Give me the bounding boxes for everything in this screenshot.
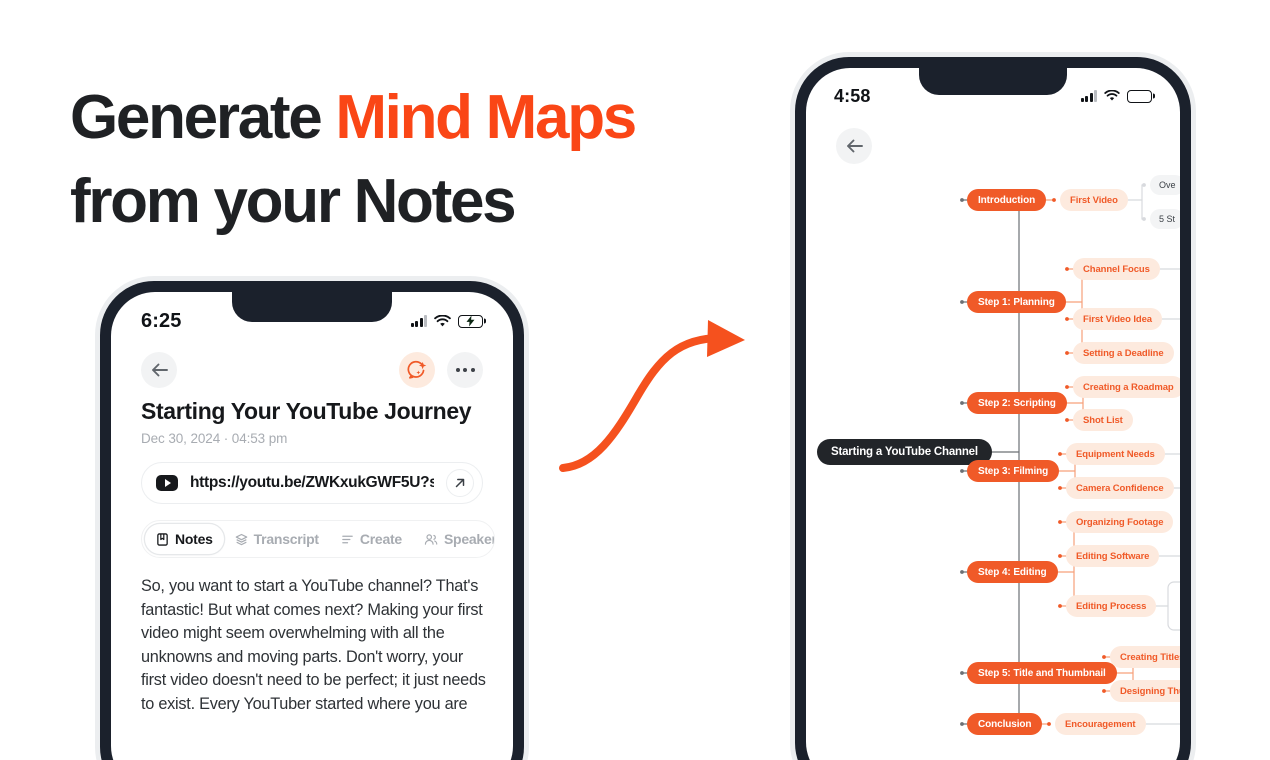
tab-create[interactable]: Create	[330, 524, 413, 554]
note-nav-actions	[399, 352, 483, 388]
mindmap-node[interactable]: Setting a Deadline	[1073, 342, 1174, 364]
mindmap-node[interactable]: First Video	[1060, 189, 1128, 211]
people-icon	[424, 533, 438, 545]
tab-speaker-label: Speaker	[443, 531, 495, 547]
battery-icon	[1127, 89, 1152, 103]
mindmap-canvas[interactable]: Starting a YouTube Channel Introduction Fi…	[806, 68, 1180, 760]
note-tab-bar: Notes Transcript Create Speaker	[141, 520, 495, 558]
mindmap-node[interactable]: 5 St	[1150, 209, 1180, 229]
mindmap-node[interactable]: Step 5: Title and Thumbnail	[967, 662, 1117, 684]
mindmap-node[interactable]: Organizing Footage	[1066, 511, 1174, 533]
more-options-button[interactable]	[447, 352, 483, 388]
arrow-up-right-icon	[455, 478, 465, 488]
mindmap-node[interactable]: Ove	[1150, 175, 1180, 195]
cellular-signal-icon	[1080, 90, 1097, 102]
status-icons	[410, 314, 483, 328]
mindmap-node[interactable]: Conclusion	[967, 713, 1043, 735]
headline-accent: Mind Maps	[335, 83, 637, 152]
tab-notes[interactable]: Notes	[145, 524, 224, 554]
note-title: Starting Your YouTube Journey	[141, 398, 472, 424]
mindmap-node[interactable]: Introduction	[967, 189, 1047, 211]
phone-screen-mindmap: 4:58 Starting a YouTube Channel Introduc…	[806, 68, 1180, 760]
tab-create-label: Create	[359, 531, 402, 547]
tab-notes-label: Notes	[175, 531, 213, 547]
mindmap-node[interactable]: Creating Titles	[1110, 646, 1180, 668]
headline-line-1: Generate Mind Maps	[70, 76, 710, 160]
open-link-button[interactable]	[446, 469, 474, 497]
tab-transcript[interactable]: Transcript	[224, 524, 330, 554]
phone-mockup-notes: 6:25 Starting Your YouTube Journey Dec 3…	[100, 281, 524, 760]
tab-transcript-label: Transcript	[253, 531, 319, 547]
mindmap-node[interactable]: Step 4: Editing	[967, 561, 1058, 583]
mindmap-node[interactable]: Step 1: Planning	[967, 291, 1066, 313]
note-date: Dec 30, 2024 · 04:53 pm	[141, 431, 288, 446]
mindmap-node[interactable]: Encouragement	[1055, 713, 1146, 735]
source-url-text: https://youtu.be/ZWKxukGWF5U?s...	[190, 474, 434, 491]
page-title: Generate Mind Maps from your Notes	[70, 76, 710, 244]
back-button[interactable]	[141, 352, 177, 388]
cellular-signal-icon	[410, 315, 427, 327]
mindmap-node[interactable]: Equipment Needs	[1066, 443, 1165, 465]
note-body-text: So, you want to start a YouTube channel?…	[141, 577, 486, 713]
mindmap-node[interactable]: Shot List	[1073, 409, 1133, 431]
ai-sparkle-icon	[407, 360, 427, 379]
source-url-chip[interactable]: https://youtu.be/ZWKxukGWF5U?s...	[141, 462, 483, 504]
note-nav-bar	[111, 352, 513, 388]
tab-speaker[interactable]: Speaker	[413, 524, 495, 554]
mindmap-node[interactable]: Step 3: Filming	[967, 460, 1060, 482]
wifi-icon	[1104, 90, 1120, 101]
layers-icon	[235, 533, 247, 545]
status-icons	[1080, 89, 1152, 103]
mindmap-node[interactable]: Editing Process	[1066, 595, 1157, 617]
lines-icon	[342, 535, 353, 543]
phone-screen-notes: 6:25 Starting Your YouTube Journey Dec 3…	[111, 292, 513, 760]
battery-icon	[458, 314, 483, 328]
mindmap-node[interactable]: Channel Focus	[1073, 258, 1160, 280]
phone-mockup-mindmap: 4:58 Starting a YouTube Channel Introduc…	[795, 57, 1191, 760]
headline-plain: Generate	[70, 83, 336, 152]
mindmap-node[interactable]: Camera Confidence	[1066, 477, 1174, 499]
status-time: 6:25	[141, 309, 182, 332]
ai-magic-button[interactable]	[399, 352, 435, 388]
status-time: 4:58	[834, 85, 871, 106]
poster-canvas: Generate Mind Maps from your Notes 6:25	[0, 0, 1270, 760]
mindmap-node[interactable]: Step 2: Scripting	[967, 392, 1067, 414]
mindmap-node[interactable]: Editing Software	[1066, 545, 1160, 567]
notch	[919, 68, 1067, 95]
headline-line-2: from your Notes	[70, 167, 517, 236]
more-dots-icon	[455, 368, 475, 372]
wifi-icon	[434, 314, 451, 326]
mindmap-node[interactable]: Creating a Roadmap	[1073, 376, 1180, 398]
curved-arrow-icon	[559, 320, 745, 472]
book-icon	[157, 532, 168, 546]
arrow-left-icon	[151, 363, 168, 377]
notch	[232, 292, 392, 322]
youtube-icon	[156, 475, 178, 491]
charging-bolt-icon	[466, 315, 475, 327]
mindmap-node[interactable]: First Video Idea	[1073, 308, 1162, 330]
mindmap-node[interactable]: Designing Thu	[1110, 680, 1180, 702]
mindmap-node[interactable]: Starting a YouTube Channel	[817, 439, 992, 465]
